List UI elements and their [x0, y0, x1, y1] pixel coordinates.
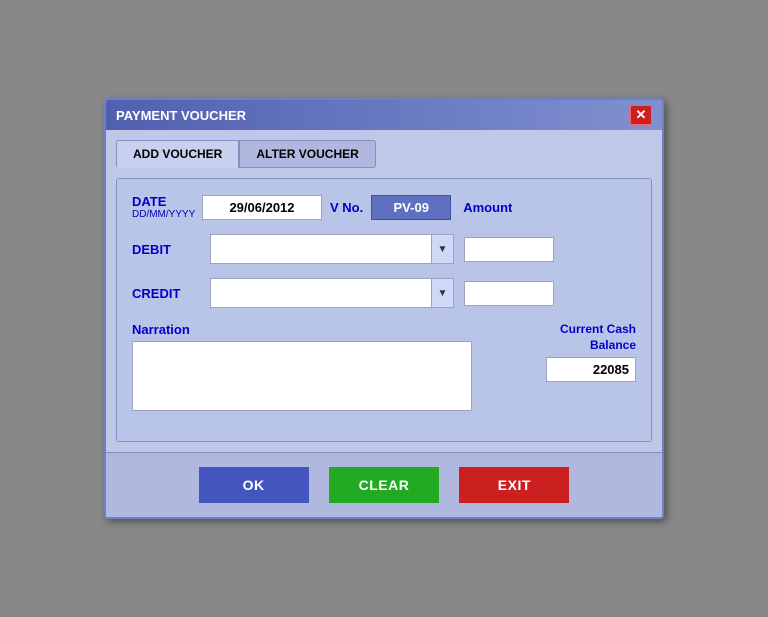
clear-button[interactable]: CLEAR: [329, 467, 440, 503]
date-label: DATE: [132, 194, 202, 209]
debit-amount-input[interactable]: [464, 237, 554, 262]
narration-textarea[interactable]: [132, 341, 472, 411]
cash-balance-label: Current CashBalance: [560, 322, 636, 353]
date-vno-row: DATE DD/MM/YYYY V No. PV-09 Amount: [132, 194, 636, 220]
credit-dropdown-arrow[interactable]: ▼: [431, 279, 453, 307]
debit-dropdown-arrow[interactable]: ▼: [431, 235, 453, 263]
cash-balance-section: Current CashBalance: [546, 322, 636, 382]
debit-input[interactable]: [211, 238, 431, 261]
debit-row: DEBIT ▼: [132, 234, 636, 264]
amount-label: Amount: [463, 200, 512, 215]
button-bar: OK CLEAR EXIT: [106, 452, 662, 517]
debit-dropdown-wrapper: ▼: [210, 234, 454, 264]
ok-button[interactable]: OK: [199, 467, 309, 503]
tab-bar: ADD VOUCHER ALTER VOUCHER: [116, 140, 652, 168]
narration-section: Narration Current CashBalance: [132, 322, 636, 416]
credit-row: CREDIT ▼: [132, 278, 636, 308]
date-format-label: DD/MM/YYYY: [132, 209, 202, 220]
date-group: DATE DD/MM/YYYY: [132, 194, 202, 220]
narration-label: Narration: [132, 322, 531, 337]
credit-amount-input[interactable]: [464, 281, 554, 306]
credit-label: CREDIT: [132, 286, 202, 301]
title-bar: PAYMENT VOUCHER ✕: [106, 100, 662, 130]
credit-input[interactable]: [211, 282, 431, 305]
payment-voucher-window: PAYMENT VOUCHER ✕ ADD VOUCHER ALTER VOUC…: [104, 98, 664, 519]
tab-add-voucher[interactable]: ADD VOUCHER: [116, 140, 239, 168]
form-area: DATE DD/MM/YYYY V No. PV-09 Amount DEBIT…: [116, 178, 652, 442]
tab-alter-voucher[interactable]: ALTER VOUCHER: [239, 140, 375, 168]
credit-dropdown-wrapper: ▼: [210, 278, 454, 308]
vno-value: PV-09: [371, 195, 451, 220]
close-button[interactable]: ✕: [630, 105, 652, 125]
exit-button[interactable]: EXIT: [459, 467, 569, 503]
narration-left: Narration: [132, 322, 531, 416]
window-title: PAYMENT VOUCHER: [116, 108, 246, 123]
cash-balance-input[interactable]: [546, 357, 636, 382]
debit-label: DEBIT: [132, 242, 202, 257]
vno-label: V No.: [330, 200, 363, 215]
date-input[interactable]: [202, 195, 322, 220]
window-body: ADD VOUCHER ALTER VOUCHER DATE DD/MM/YYY…: [106, 130, 662, 452]
